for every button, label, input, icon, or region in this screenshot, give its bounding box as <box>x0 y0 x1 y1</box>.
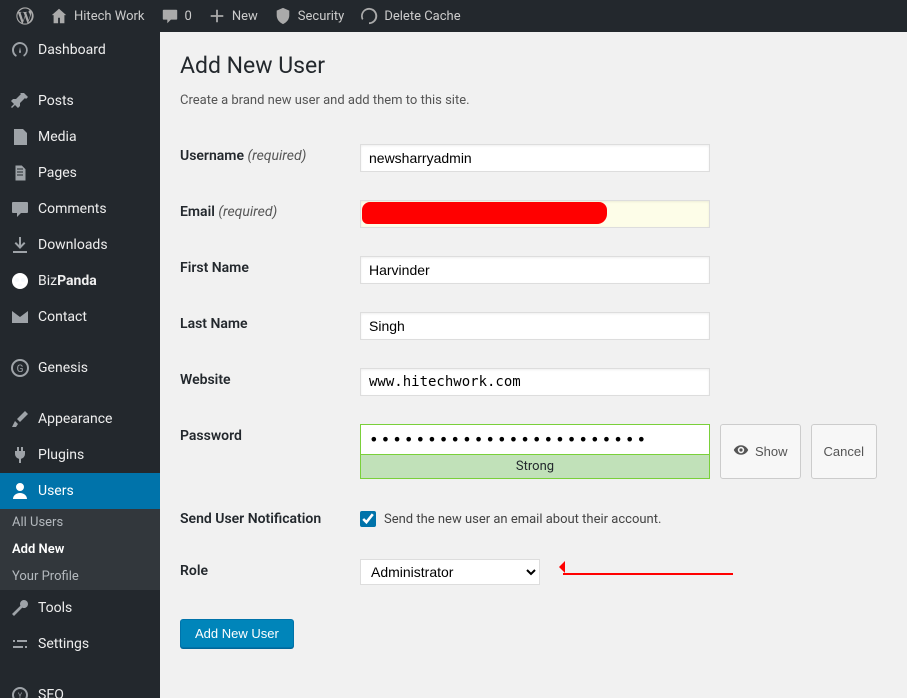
eye-icon <box>733 442 749 461</box>
wrench-icon <box>10 598 30 618</box>
submenu-add-new[interactable]: Add New <box>0 536 160 563</box>
label-notification: Send User Notification <box>180 493 360 545</box>
site-name-link[interactable]: Hitech Work <box>42 0 153 32</box>
show-password-button[interactable]: Show <box>720 424 801 479</box>
comment-icon <box>10 199 30 219</box>
sidebar-item-tools[interactable]: Tools <box>0 590 160 626</box>
submenu-all-users[interactable]: All Users <box>0 509 160 536</box>
pin-icon <box>10 91 30 111</box>
sidebar-item-comments[interactable]: Comments <box>0 191 160 227</box>
sidebar-label: Dashboard <box>38 42 106 58</box>
sidebar-label: Media <box>38 129 77 145</box>
site-name-text: Hitech Work <box>74 9 145 24</box>
user-form: Username (required) Email (required) Fir… <box>180 130 887 599</box>
website-input[interactable] <box>360 368 710 396</box>
wordpress-icon <box>16 7 34 25</box>
sidebar-item-settings[interactable]: Settings <box>0 626 160 662</box>
new-label: New <box>232 9 258 24</box>
page-icon <box>10 163 30 183</box>
mail-icon <box>10 307 30 327</box>
user-icon <box>10 481 30 501</box>
comment-icon <box>161 7 179 25</box>
security-link[interactable]: Security <box>266 0 353 32</box>
brush-icon <box>10 409 30 429</box>
sidebar-label: Genesis <box>38 360 88 376</box>
refresh-icon <box>360 7 378 25</box>
sidebar-item-bizpanda[interactable]: BizPanda <box>0 263 160 299</box>
sidebar-label: Plugins <box>38 447 84 463</box>
first-name-input[interactable] <box>360 256 710 284</box>
seo-icon: Y <box>10 685 30 698</box>
media-icon <box>10 127 30 147</box>
sidebar-label: SEO <box>38 687 64 698</box>
label-last-name: Last Name <box>180 298 360 354</box>
comments-count: 0 <box>185 9 192 24</box>
settings-icon <box>10 634 30 654</box>
username-input[interactable] <box>360 144 710 172</box>
sidebar-label: Settings <box>38 636 89 652</box>
sidebar-item-downloads[interactable]: Downloads <box>0 227 160 263</box>
sidebar-item-pages[interactable]: Pages <box>0 155 160 191</box>
password-input[interactable] <box>360 424 710 455</box>
svg-text:Y: Y <box>18 692 23 698</box>
sidebar-label: Posts <box>38 93 74 109</box>
last-name-input[interactable] <box>360 312 710 340</box>
label-password: Password <box>180 410 360 493</box>
sidebar-item-genesis[interactable]: G Genesis <box>0 350 160 386</box>
redacted-overlay <box>362 202 607 224</box>
page-title: Add New User <box>180 52 887 79</box>
security-label: Security <box>298 9 345 24</box>
sidebar-label: Tools <box>38 600 72 616</box>
sidebar-submenu-users: All Users Add New Your Profile <box>0 509 160 590</box>
sidebar-label: Contact <box>38 309 87 325</box>
svg-text:G: G <box>17 364 24 375</box>
admin-sidebar: Dashboard Posts Media Pages Comments Dow… <box>0 32 160 698</box>
sidebar-item-dashboard[interactable]: Dashboard <box>0 32 160 68</box>
label-role: Role <box>180 545 360 599</box>
role-select[interactable]: Administrator <box>360 559 540 585</box>
cancel-password-button[interactable]: Cancel <box>811 424 877 479</box>
sidebar-label: Users <box>38 483 74 499</box>
add-new-user-button[interactable]: Add New User <box>180 619 294 648</box>
new-content-link[interactable]: New <box>200 0 266 32</box>
sidebar-label: Appearance <box>38 411 112 427</box>
sidebar-label: Comments <box>38 201 107 217</box>
delete-cache-link[interactable]: Delete Cache <box>352 0 468 32</box>
annotation-arrow <box>563 566 733 581</box>
page-description: Create a brand new user and add them to … <box>180 93 887 108</box>
sidebar-label: Downloads <box>38 237 108 253</box>
sidebar-item-plugins[interactable]: Plugins <box>0 437 160 473</box>
notification-checkbox-row[interactable]: Send the new user an email about their a… <box>360 511 877 527</box>
sidebar-item-appearance[interactable]: Appearance <box>0 401 160 437</box>
sidebar-item-users[interactable]: Users <box>0 473 160 509</box>
sidebar-label: BizPanda <box>38 273 97 289</box>
label-username: Username (required) <box>180 130 360 186</box>
label-website: Website <box>180 354 360 410</box>
main-content: Add New User Create a brand new user and… <box>160 32 907 698</box>
sidebar-item-media[interactable]: Media <box>0 119 160 155</box>
submenu-your-profile[interactable]: Your Profile <box>0 563 160 590</box>
comments-link[interactable]: 0 <box>153 0 200 32</box>
password-strength: Strong <box>360 455 710 479</box>
bizpanda-icon <box>10 271 30 291</box>
plus-icon <box>208 7 226 25</box>
sidebar-label: Pages <box>38 165 77 181</box>
notification-checkbox[interactable] <box>360 511 376 527</box>
wp-logo[interactable] <box>8 0 42 32</box>
sidebar-item-posts[interactable]: Posts <box>0 83 160 119</box>
delete-cache-label: Delete Cache <box>384 9 460 24</box>
shield-icon <box>274 7 292 25</box>
genesis-icon: G <box>10 358 30 378</box>
label-first-name: First Name <box>180 242 360 298</box>
home-icon <box>50 7 68 25</box>
dashboard-icon <box>10 40 30 60</box>
sidebar-item-seo[interactable]: Y SEO <box>0 677 160 698</box>
admin-toolbar: Hitech Work 0 New Security Delete Cache <box>0 0 907 32</box>
label-email: Email (required) <box>180 186 360 242</box>
notification-text: Send the new user an email about their a… <box>384 512 661 527</box>
sidebar-item-contact[interactable]: Contact <box>0 299 160 335</box>
plugin-icon <box>10 445 30 465</box>
download-icon <box>10 235 30 255</box>
